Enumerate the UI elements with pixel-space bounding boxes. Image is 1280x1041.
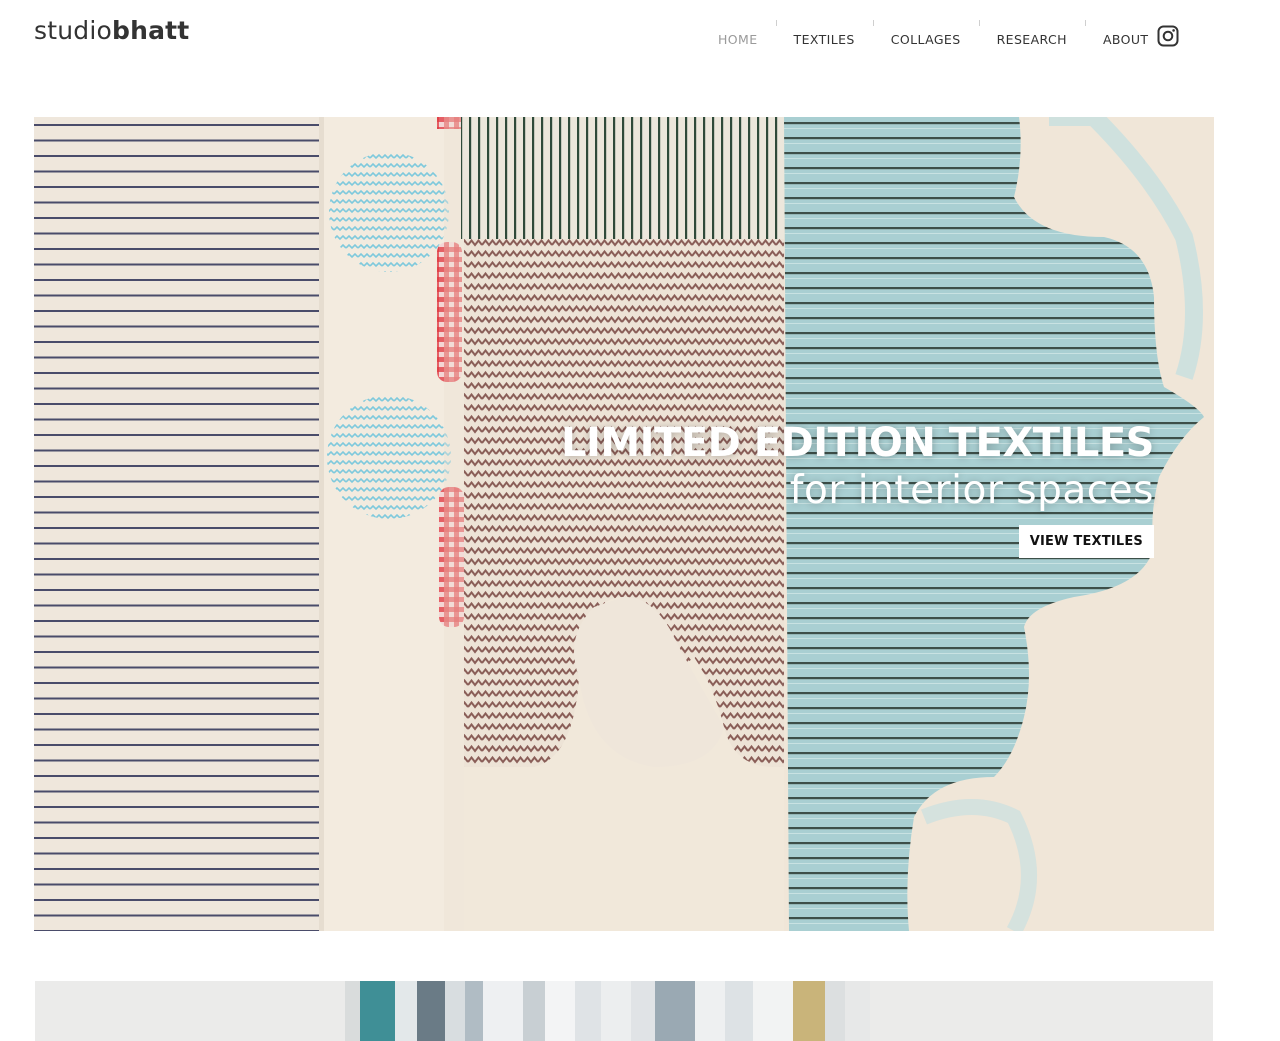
nav-divider	[1084, 20, 1086, 26]
logo-bold-text: bhatt	[111, 16, 190, 45]
nav-research-label: RESEARCH	[996, 32, 1067, 47]
hero-title: LIMITED EDITION TEXTILES	[560, 420, 1155, 466]
nav-textiles-label: TEXTILES	[793, 32, 855, 47]
hero-subtitle: for interior spaces	[789, 468, 1154, 513]
collage-preview-image[interactable]	[35, 981, 1213, 1041]
main-nav: HOME TEXTILES COLLAGES RESEARCH ABOUT	[700, 20, 1166, 60]
hero-headline: LIMITED EDITION TEXTILES for interior sp…	[560, 419, 1155, 515]
nav-collages-label: COLLAGES	[890, 32, 961, 47]
nav-textiles[interactable]: TEXTILES	[775, 20, 873, 47]
collage-image-art	[35, 981, 1213, 1041]
nav-divider	[978, 20, 980, 26]
nav-home[interactable]: HOME	[700, 20, 776, 47]
instagram-icon[interactable]	[1157, 25, 1179, 47]
view-textiles-button[interactable]: VIEW TEXTILES	[1018, 525, 1154, 558]
logo-light-text: studio	[34, 16, 112, 45]
nav-about[interactable]: ABOUT	[1084, 20, 1167, 47]
textile-hero-image	[34, 117, 1214, 931]
nav-about-label: ABOUT	[1102, 32, 1149, 47]
nav-divider	[775, 20, 777, 26]
nav-home-label: HOME	[718, 32, 758, 47]
nav-divider	[872, 20, 874, 26]
site-logo[interactable]: studiobhatt	[34, 16, 189, 45]
nav-collages[interactable]: COLLAGES	[872, 20, 979, 47]
nav-research[interactable]: RESEARCH	[978, 20, 1085, 47]
hero-banner: LIMITED EDITION TEXTILES for interior sp…	[34, 117, 1214, 931]
